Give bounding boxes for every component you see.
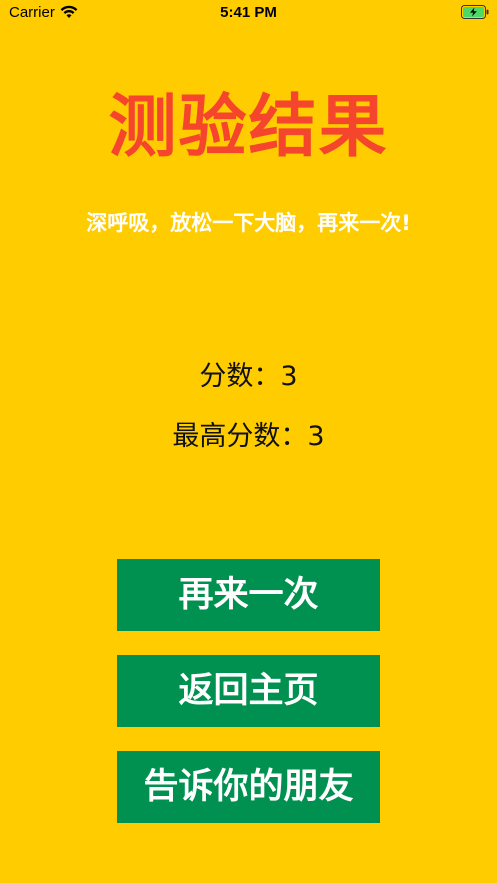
result-title: 测验结果 (108, 88, 389, 167)
home-button[interactable]: 返回主页 (117, 655, 380, 727)
battery-charging-icon (461, 5, 489, 19)
retry-button[interactable]: 再来一次 (117, 559, 380, 631)
high-score-text: 最高分数：3 (172, 421, 325, 452)
status-time: 5:41 PM (220, 4, 277, 21)
encouragement-text: 深呼吸，放松一下大脑，再来一次! (86, 211, 411, 235)
score-text: 分数：3 (199, 361, 298, 392)
share-button[interactable]: 告诉你的朋友 (117, 751, 380, 823)
status-bar: Carrier 5:41 PM (0, 0, 497, 26)
